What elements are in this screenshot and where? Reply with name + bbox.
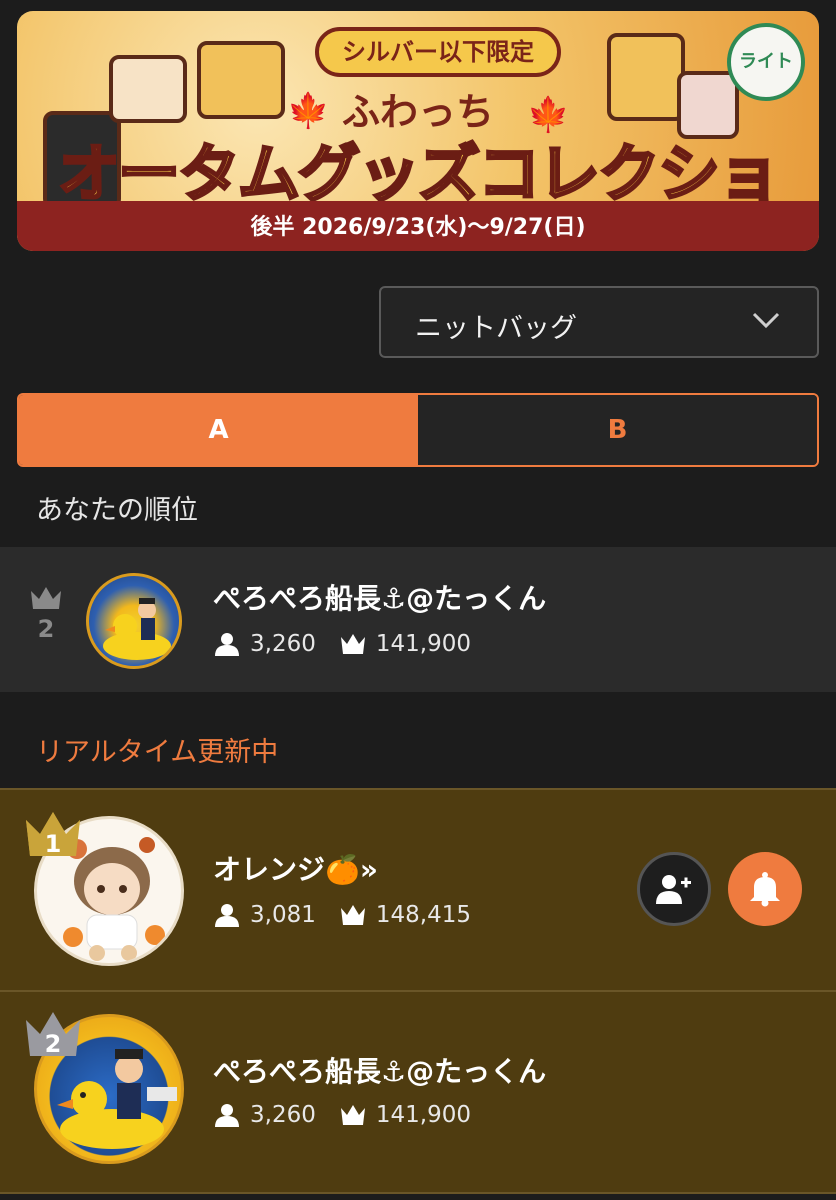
rank-number: 1 [44, 830, 62, 858]
item-select-dropdown[interactable]: ニットバッグ [379, 286, 819, 358]
crown-icon [31, 587, 61, 609]
silver-crown-badge: 2 [24, 1010, 82, 1058]
follower-count: 3,081 [250, 902, 316, 928]
my-rank-number: 2 [37, 615, 55, 643]
dropdown-selected-value: ニットバッグ [415, 313, 577, 344]
chevron-down-icon [752, 312, 780, 329]
my-rank-row[interactable]: 2 ぺろぺろ船長⚓@たっくん 3,260 141,900 [0, 547, 836, 692]
my-rank-indicator: 2 [26, 585, 66, 643]
streamer-name: オレンジ🍊» [213, 853, 378, 886]
realtime-heading: リアルタイム更新中 [36, 737, 279, 768]
streamer-stats: 3,081 148,415 [214, 902, 471, 928]
point-count: 141,900 [375, 631, 471, 657]
person-icon [215, 1104, 239, 1127]
avatar[interactable] [86, 573, 182, 669]
banner-dates: 後半 2026/9/23(水)〜9/27(日) [250, 215, 586, 240]
my-rank-stats: 3,260 141,900 [214, 631, 471, 657]
row-divider [0, 1192, 836, 1194]
event-banner[interactable]: 🍁 🍁 シルバー以下限定 ふわっち オータムグッズコレクション ライト 後半 2… [17, 11, 819, 251]
follower-count: 3,260 [250, 1102, 316, 1128]
leaderboard-row-2[interactable]: 2 ぺろぺろ船長⚓@たっくん 3,260 141,900 [0, 992, 836, 1192]
my-rank-name: ぺろぺろ船長⚓@たっくん [213, 582, 547, 615]
banner-badge: シルバー以下限定 [315, 27, 561, 77]
add-user-icon [656, 875, 691, 904]
notify-button[interactable] [728, 852, 802, 926]
leaderboard-row-1[interactable]: 1 1 オレンジ🍊» 3,081 148,415 [0, 790, 836, 990]
person-icon [215, 633, 239, 656]
streamer-name: ぺろぺろ船長⚓@たっくん [213, 1055, 547, 1088]
person-icon [215, 904, 239, 927]
captain-duck-avatar-image [103, 598, 171, 660]
tab-a[interactable]: A [19, 395, 418, 465]
your-rank-heading: あなたの順位 [36, 495, 198, 526]
group-tabs: A B [17, 393, 819, 467]
point-count: 141,900 [375, 1102, 471, 1128]
tab-b[interactable]: B [418, 395, 817, 465]
crown-icon [340, 1105, 365, 1125]
crown-icon [340, 905, 365, 925]
light-stamp-logo: ライト [727, 23, 805, 101]
rank-number: 2 [44, 1030, 62, 1058]
streamer-stats: 3,260 141,900 [214, 1102, 471, 1128]
bell-icon [750, 872, 780, 907]
point-count: 148,415 [375, 902, 471, 928]
follow-button[interactable] [637, 852, 711, 926]
gold-crown-badge: 1 [24, 810, 82, 858]
crown-icon [340, 634, 365, 654]
follower-count: 3,260 [250, 631, 316, 657]
